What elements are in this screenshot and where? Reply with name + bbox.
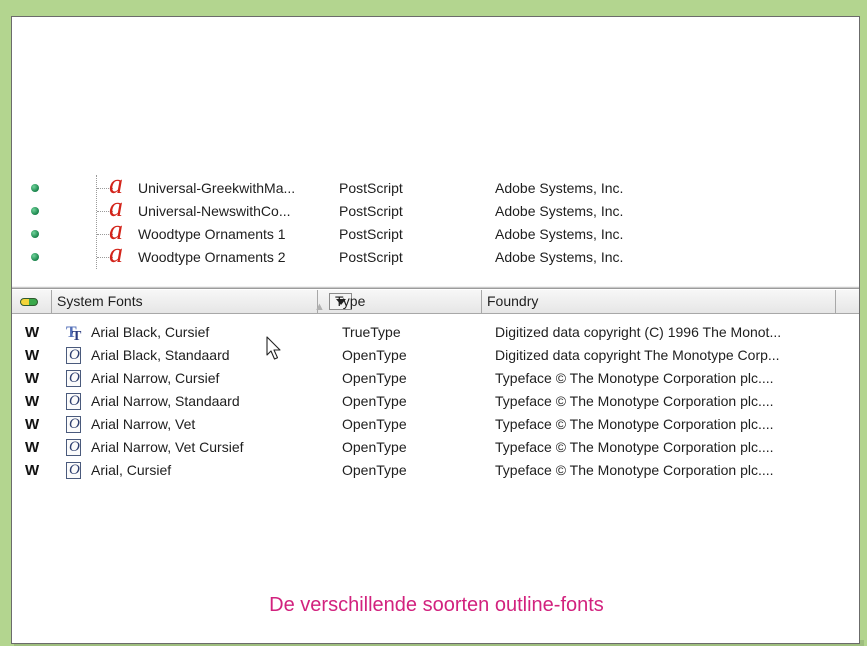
green-dot-icon <box>31 253 39 261</box>
font-name: Universal-NewswithCo... <box>138 203 291 219</box>
font-type: PostScript <box>339 180 403 196</box>
font-name: Arial Black, Standaard <box>91 347 230 363</box>
font-foundry: Typeface © The Monotype Corporation plc.… <box>495 393 774 409</box>
green-dot-icon <box>31 207 39 215</box>
font-type: OpenType <box>342 416 407 432</box>
green-dot-icon <box>31 184 39 192</box>
header-type[interactable]: Type <box>330 290 482 313</box>
font-name: Arial Narrow, Vet <box>91 416 196 432</box>
opentype-font-icon: O <box>66 416 81 433</box>
header-label: Type <box>335 293 366 309</box>
table-row[interactable]: W O Arial Narrow, Cursief OpenType Typef… <box>12 367 859 390</box>
font-foundry: Adobe Systems, Inc. <box>495 203 624 219</box>
pane-splitter[interactable] <box>12 286 859 289</box>
mouse-cursor-icon <box>266 336 281 360</box>
font-type: PostScript <box>339 249 403 265</box>
font-name: Arial, Cursief <box>91 462 172 478</box>
font-name: Woodtype Ornaments 2 <box>138 249 286 265</box>
opentype-font-icon: O <box>66 370 81 387</box>
font-name: Woodtype Ornaments 1 <box>138 226 286 242</box>
windows-font-flag: W <box>25 416 40 433</box>
windows-font-flag: W <box>25 324 40 341</box>
list-item[interactable]: a Universal-NewswithCo... PostScript Ado… <box>12 194 859 223</box>
list-item[interactable]: a Universal-GreekwithMa... PostScript Ad… <box>12 171 859 200</box>
windows-font-flag: W <box>25 370 40 387</box>
windows-font-flag: W <box>25 347 40 364</box>
sort-arrow-up-icon[interactable]: ▲ <box>314 296 325 319</box>
table-row[interactable]: W T T Arial Black, Cursief TrueType Digi… <box>12 321 859 344</box>
font-name: Arial Narrow, Vet Cursief <box>91 439 244 455</box>
column-header: System Fonts ▲ Type Foundry <box>12 290 859 314</box>
font-foundry: Adobe Systems, Inc. <box>495 226 624 242</box>
toggle-column[interactable] <box>12 290 52 313</box>
header-label: System Fonts <box>57 293 143 309</box>
screenshot-frame: a Universal-GreekwithMa... PostScript Ad… <box>11 16 860 644</box>
font-name: Arial Narrow, Cursief <box>91 370 220 386</box>
postscript-font-icon: a <box>109 238 123 269</box>
opentype-font-icon: O <box>66 347 81 364</box>
table-row[interactable]: W O Arial Narrow, Standaard OpenType Typ… <box>12 390 859 413</box>
font-name: Arial Narrow, Standaard <box>91 393 240 409</box>
font-type: OpenType <box>342 393 407 409</box>
font-type: PostScript <box>339 226 403 242</box>
truetype-font-icon: T T <box>66 324 82 344</box>
header-label: Foundry <box>487 293 539 309</box>
windows-font-flag: W <box>25 393 40 410</box>
font-foundry: Typeface © The Monotype Corporation plc.… <box>495 439 774 455</box>
font-type: OpenType <box>342 370 407 386</box>
table-row[interactable]: W O Arial, Cursief OpenType Typeface © T… <box>12 459 859 482</box>
font-foundry: Typeface © The Monotype Corporation plc.… <box>495 462 774 478</box>
font-foundry: Adobe Systems, Inc. <box>495 180 624 196</box>
font-type: OpenType <box>342 462 407 478</box>
font-foundry: Typeface © The Monotype Corporation plc.… <box>495 370 774 386</box>
font-type: TrueType <box>342 324 401 340</box>
opentype-font-icon: O <box>66 439 81 456</box>
opentype-font-icon: O <box>66 462 81 479</box>
figure-caption: De verschillende soorten outline-fonts <box>269 594 604 616</box>
font-name: Universal-GreekwithMa... <box>138 180 296 196</box>
font-foundry: Digitized data copyright (C) 1996 The Mo… <box>495 324 782 340</box>
toggle-icon <box>20 298 38 306</box>
table-row[interactable]: W O Arial Narrow, Vet Cursief OpenType T… <box>12 436 859 459</box>
font-foundry: Adobe Systems, Inc. <box>495 249 624 265</box>
windows-font-flag: W <box>25 439 40 456</box>
list-item[interactable]: a Woodtype Ornaments 2 PostScript Adobe … <box>12 240 859 269</box>
font-foundry: Digitized data copyright The Monotype Co… <box>495 347 780 363</box>
opentype-font-icon: O <box>66 393 81 410</box>
list-item[interactable]: a Woodtype Ornaments 1 PostScript Adobe … <box>12 217 859 246</box>
font-foundry: Typeface © The Monotype Corporation plc.… <box>495 416 774 432</box>
font-type: OpenType <box>342 439 407 455</box>
font-name: Arial Black, Cursief <box>91 324 210 340</box>
header-system-fonts[interactable]: System Fonts ▲ <box>52 290 352 313</box>
font-type: PostScript <box>339 203 403 219</box>
green-dot-icon <box>31 230 39 238</box>
font-type: OpenType <box>342 347 407 363</box>
header-foundry[interactable]: Foundry <box>482 290 836 313</box>
table-row[interactable]: W O Arial Narrow, Vet OpenType Typeface … <box>12 413 859 436</box>
windows-font-flag: W <box>25 462 40 479</box>
table-row[interactable]: W O Arial Black, Standaard OpenType Digi… <box>12 344 859 367</box>
